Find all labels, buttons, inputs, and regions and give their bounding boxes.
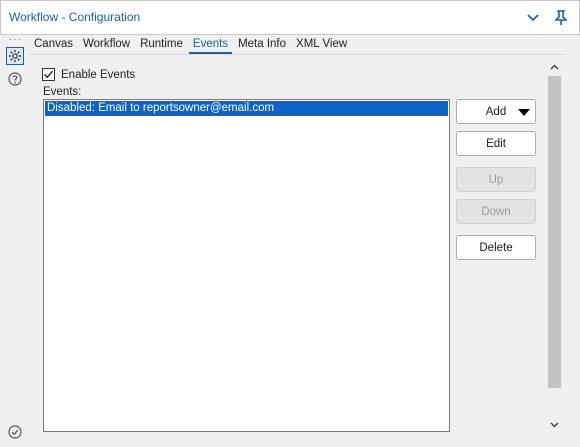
tab-divider [30, 54, 566, 55]
tab-canvas[interactable]: Canvas [30, 36, 77, 54]
more-dots-icon[interactable]: ··· [9, 34, 22, 45]
up-button-label: Up [488, 173, 504, 186]
dropdown-arrow-icon [518, 109, 530, 116]
title-bar: Workflow - Configuration [0, 0, 580, 35]
check-circle-icon [6, 423, 24, 441]
window-title: Workflow - Configuration [9, 10, 141, 24]
delete-button-label: Delete [479, 241, 513, 254]
up-button[interactable]: Up [456, 167, 536, 192]
enable-events-checkbox[interactable] [42, 68, 55, 81]
edit-button[interactable]: Edit [456, 131, 536, 156]
help-icon[interactable] [6, 70, 24, 88]
scroll-up-icon[interactable] [546, 60, 563, 74]
down-button[interactable]: Down [456, 199, 536, 224]
tab-runtime[interactable]: Runtime [136, 36, 187, 54]
events-panel: Enable Events Events: Disabled: Email to… [34, 60, 546, 432]
tab-meta-info[interactable]: Meta Info [234, 36, 290, 54]
down-button-label: Down [481, 205, 511, 218]
gear-icon[interactable] [6, 47, 24, 65]
enable-events-label[interactable]: Enable Events [61, 69, 135, 81]
vertical-scrollbar[interactable] [546, 60, 563, 432]
tab-events[interactable]: Events [188, 36, 233, 54]
title-actions [525, 9, 569, 27]
pin-icon[interactable] [553, 9, 569, 27]
events-list-label: Events: [43, 86, 82, 98]
edit-button-label: Edit [486, 137, 506, 150]
tab-workflow[interactable]: Workflow [79, 36, 134, 54]
scroll-thumb[interactable] [548, 76, 561, 388]
events-listbox[interactable]: Disabled: Email to reportsowner@email.co… [43, 99, 450, 432]
left-rail: ··· [0, 34, 30, 447]
scroll-down-icon[interactable] [546, 418, 563, 432]
delete-button[interactable]: Delete [456, 235, 536, 260]
chevron-down-icon[interactable] [525, 9, 541, 27]
tab-xml-view[interactable]: XML View [292, 36, 351, 54]
enable-events-row[interactable]: Enable Events [42, 68, 135, 81]
add-button[interactable]: Add [456, 99, 536, 124]
list-item[interactable]: Disabled: Email to reportsowner@email.co… [45, 101, 448, 116]
add-button-label: Add [485, 105, 507, 118]
tab-strip: Canvas Workflow Runtime Events Meta Info… [30, 36, 353, 54]
